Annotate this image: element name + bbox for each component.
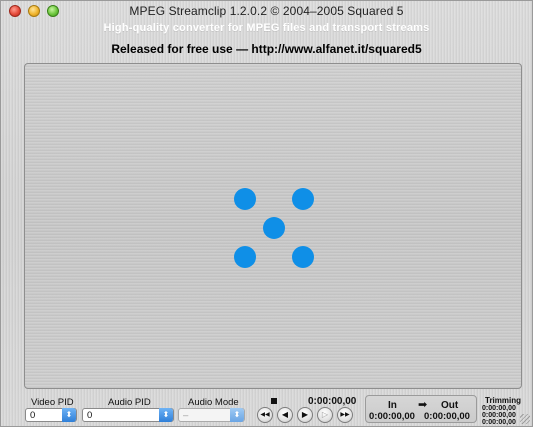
window-title: MPEG Streamclip 1.2.0.2 © 2004–2005 Squa… bbox=[129, 4, 404, 18]
step-back-button[interactable]: ◀ bbox=[277, 407, 293, 423]
rewind-button[interactable]: ◀◀ bbox=[257, 407, 273, 423]
trimming-value: 0:00:00,00 bbox=[482, 405, 516, 412]
video-preview-area[interactable] bbox=[24, 63, 522, 389]
release-line: Released for free use — http://www.alfan… bbox=[111, 42, 422, 56]
main-window: MPEG Streamclip 1.2.0.2 © 2004–2005 Squa… bbox=[0, 0, 533, 427]
trimming-label: Trimming bbox=[485, 396, 522, 405]
audio-mode-select[interactable]: – ⬍ bbox=[178, 408, 245, 422]
resize-grip[interactable] bbox=[520, 414, 530, 424]
app-subtitle: High-quality converter for MPEG files an… bbox=[103, 22, 430, 34]
in-out-panel: In ➡ Out 0:00:00,00 0:00:00,00 bbox=[365, 395, 477, 423]
fast-forward-button[interactable]: ▶▶ bbox=[337, 407, 353, 423]
current-time: 0:00:00,00 bbox=[308, 396, 357, 407]
chevron-updown-icon: ⬍ bbox=[62, 408, 76, 422]
audio-pid-select[interactable]: 0 ⬍ bbox=[82, 408, 174, 422]
title-bar[interactable]: MPEG Streamclip 1.2.0.2 © 2004–2005 Squa… bbox=[1, 1, 532, 23]
out-time: 0:00:00,00 bbox=[424, 411, 470, 422]
stop-icon bbox=[271, 398, 277, 404]
video-pid-label: Video PID bbox=[31, 397, 74, 408]
audio-pid-label: Audio PID bbox=[108, 397, 151, 408]
video-pid-select[interactable]: 0 ⬍ bbox=[25, 408, 77, 422]
logo-dot-top-right bbox=[292, 188, 314, 210]
trimming-value: 0:00:00,00 bbox=[482, 419, 516, 426]
chevron-updown-icon: ⬍ bbox=[159, 408, 173, 422]
logo-dot-bottom-right bbox=[292, 246, 314, 268]
audio-mode-label: Audio Mode bbox=[188, 397, 239, 408]
in-time: 0:00:00,00 bbox=[369, 411, 415, 422]
audio-mode-value: – bbox=[183, 410, 189, 421]
out-label: Out bbox=[441, 400, 459, 411]
audio-pid-value: 0 bbox=[87, 410, 93, 421]
step-forward-button[interactable]: ▷ bbox=[317, 407, 333, 423]
arrow-right-icon: ➡ bbox=[418, 399, 428, 411]
video-pid-value: 0 bbox=[30, 410, 36, 421]
play-button[interactable]: ▶ bbox=[297, 407, 313, 423]
chevron-updown-icon: ⬍ bbox=[230, 408, 244, 422]
logo-dot-center bbox=[263, 217, 285, 239]
logo-dot-top-left bbox=[234, 188, 256, 210]
logo-dot-bottom-left bbox=[234, 246, 256, 268]
trimming-value: 0:00:00,00 bbox=[482, 412, 516, 419]
in-label: In bbox=[388, 400, 397, 411]
